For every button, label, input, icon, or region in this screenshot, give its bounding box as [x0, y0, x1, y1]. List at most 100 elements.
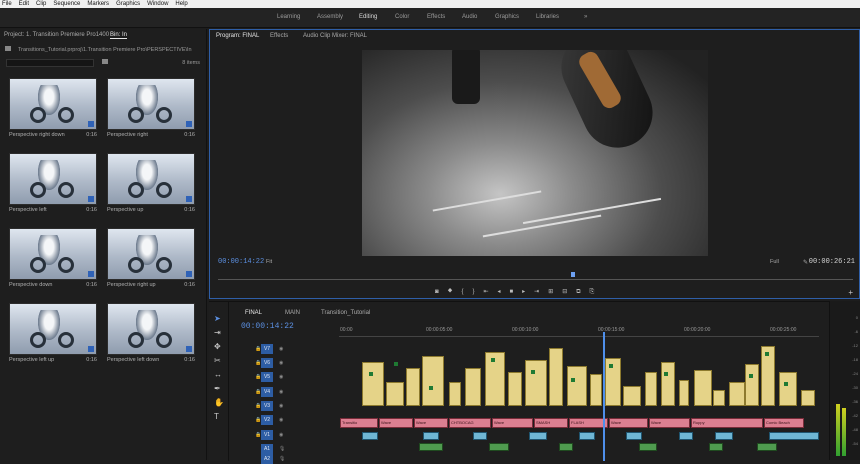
- timeline-tab-transition[interactable]: Transition_Tutorial: [321, 310, 370, 316]
- workspace-effects[interactable]: Effects: [427, 14, 445, 20]
- adjustment-clip[interactable]: [779, 372, 797, 406]
- audio-clip[interactable]: [529, 432, 547, 440]
- audio-clip[interactable]: [626, 432, 642, 440]
- adjustment-clip[interactable]: [645, 372, 657, 406]
- eye-icon[interactable]: ◉: [279, 389, 283, 395]
- video-clip[interactable]: Ruppy: [691, 418, 763, 428]
- workspace-more-icon[interactable]: »: [584, 14, 587, 20]
- adjustment-clip[interactable]: [729, 382, 745, 406]
- new-bin-icon[interactable]: [102, 59, 108, 64]
- menu-item-graphics[interactable]: Graphics: [116, 0, 140, 8]
- adjustment-clip[interactable]: [449, 382, 461, 406]
- adjustment-clip[interactable]: [485, 352, 505, 406]
- type-icon[interactable]: T: [214, 412, 219, 421]
- workspace-editing[interactable]: Editing: [359, 14, 377, 20]
- video-clip[interactable]: Wave: [379, 418, 413, 428]
- track-label-v4[interactable]: V4: [261, 387, 273, 397]
- lock-icon[interactable]: 🔒: [255, 346, 261, 352]
- clip-thumbnail[interactable]: Perspective right down 0:16: [9, 78, 97, 138]
- lock-icon[interactable]: 🔒: [255, 432, 261, 438]
- eye-icon[interactable]: ◉: [279, 374, 283, 380]
- current-timecode[interactable]: 00:00:14:22: [218, 258, 264, 266]
- adjustment-clip[interactable]: [694, 370, 712, 406]
- clip-thumbnail[interactable]: Perspective left up 0:16: [9, 303, 97, 363]
- stop-icon[interactable]: ■: [510, 288, 514, 296]
- workspace-audio[interactable]: Audio: [462, 14, 477, 20]
- clip-thumbnail[interactable]: Perspective right 0:16: [107, 78, 195, 138]
- workspace-learning[interactable]: Learning: [277, 14, 300, 20]
- eye-icon[interactable]: ◉: [279, 417, 283, 423]
- audio-clip[interactable]: [715, 432, 733, 440]
- clip-thumbnail[interactable]: Perspective left 0:16: [9, 153, 97, 213]
- track-select-icon[interactable]: ⇥: [214, 328, 221, 337]
- tab-audio-clip-mixer[interactable]: Audio Clip Mixer: FINAL: [303, 33, 367, 39]
- menu-item-window[interactable]: Window: [147, 0, 168, 8]
- camera-icon[interactable]: ◙: [435, 288, 439, 296]
- timeline-tab-final[interactable]: FINAL: [245, 310, 262, 316]
- lock-icon[interactable]: 🔒: [255, 417, 261, 423]
- overwrite-icon[interactable]: ⊟: [562, 288, 567, 296]
- track-label-v6[interactable]: V6: [261, 358, 273, 368]
- step-back-icon[interactable]: ◂: [498, 288, 501, 296]
- audio-clip[interactable]: [419, 443, 443, 451]
- eye-icon[interactable]: ◉: [279, 432, 283, 438]
- timeline-timecode[interactable]: 00:00:14:22: [241, 322, 294, 331]
- audio-clip[interactable]: [639, 443, 657, 451]
- adjustment-clip[interactable]: [679, 380, 689, 406]
- ripple-edit-icon[interactable]: ✥: [214, 342, 221, 351]
- audio-clip[interactable]: [757, 443, 777, 451]
- menu-item-sequence[interactable]: Sequence: [53, 0, 80, 8]
- menu-item-clip[interactable]: Clip: [36, 0, 46, 8]
- workspace-libraries[interactable]: Libraries: [536, 14, 559, 20]
- track-label-v2[interactable]: V2: [261, 415, 273, 425]
- adjustment-clip[interactable]: [567, 366, 587, 406]
- playback-ruler[interactable]: [218, 279, 853, 280]
- tab-program[interactable]: Program: FINAL: [216, 33, 259, 39]
- adjustment-clip[interactable]: [745, 364, 759, 406]
- track-label-v3[interactable]: V3: [261, 401, 273, 411]
- eye-icon[interactable]: ◉: [279, 403, 283, 409]
- timeline-tab-main[interactable]: MAIN: [285, 310, 300, 316]
- wrench-icon[interactable]: ✎: [803, 259, 808, 266]
- mark-in-icon[interactable]: {: [461, 288, 463, 296]
- eye-icon[interactable]: ◉: [279, 346, 283, 352]
- clip-thumbnail[interactable]: Perspective left down 0:16: [107, 303, 195, 363]
- folder-icon[interactable]: [5, 46, 11, 51]
- go-to-out-icon[interactable]: ⇥: [534, 288, 539, 296]
- lock-icon[interactable]: 🔒: [255, 389, 261, 395]
- adjustment-clip[interactable]: [525, 360, 547, 406]
- track-label-v5[interactable]: V5: [261, 372, 273, 382]
- adjustment-clip[interactable]: [801, 390, 815, 406]
- search-input[interactable]: [6, 59, 94, 67]
- adjustment-clip[interactable]: [623, 386, 641, 406]
- hand-icon[interactable]: ✋: [214, 398, 224, 407]
- tab-effects[interactable]: Effects: [270, 33, 288, 39]
- eye-icon[interactable]: ◉: [279, 360, 283, 366]
- lock-icon[interactable]: 🔒: [255, 374, 261, 380]
- track-label-a1[interactable]: A1: [261, 444, 273, 454]
- lock-icon[interactable]: 🔒: [255, 403, 261, 409]
- menu-item-help[interactable]: Help: [175, 0, 187, 8]
- timeline-playhead[interactable]: [603, 332, 605, 461]
- audio-clip[interactable]: [559, 443, 573, 451]
- bin-tab[interactable]: Bin: In: [110, 32, 128, 39]
- lock-icon[interactable]: 🔒: [255, 360, 261, 366]
- track-label-a2[interactable]: A2: [261, 454, 273, 464]
- video-clip[interactable]: Wave: [492, 418, 533, 428]
- insert-icon[interactable]: ⊞: [548, 288, 553, 296]
- adjustment-clip[interactable]: [713, 390, 725, 406]
- mic-icon[interactable]: 🎙: [279, 456, 285, 462]
- video-clip[interactable]: Comic Beach: [764, 418, 804, 428]
- audio-clip[interactable]: [709, 443, 723, 451]
- adjustment-clip[interactable]: [508, 372, 522, 406]
- step-forward-icon[interactable]: ▸: [522, 288, 525, 296]
- track-label-v1[interactable]: V1: [261, 430, 273, 440]
- adjustment-clip[interactable]: [661, 362, 675, 406]
- pen-icon[interactable]: ✒: [214, 384, 221, 393]
- mic-icon[interactable]: 🎙: [279, 446, 285, 452]
- audio-clip[interactable]: [473, 432, 487, 440]
- adjustment-clip[interactable]: [605, 358, 621, 406]
- audio-clip[interactable]: [423, 432, 439, 440]
- clip-thumbnail[interactable]: Perspective right up 0:16: [107, 228, 195, 288]
- selection-tool-icon[interactable]: ➤: [214, 314, 221, 323]
